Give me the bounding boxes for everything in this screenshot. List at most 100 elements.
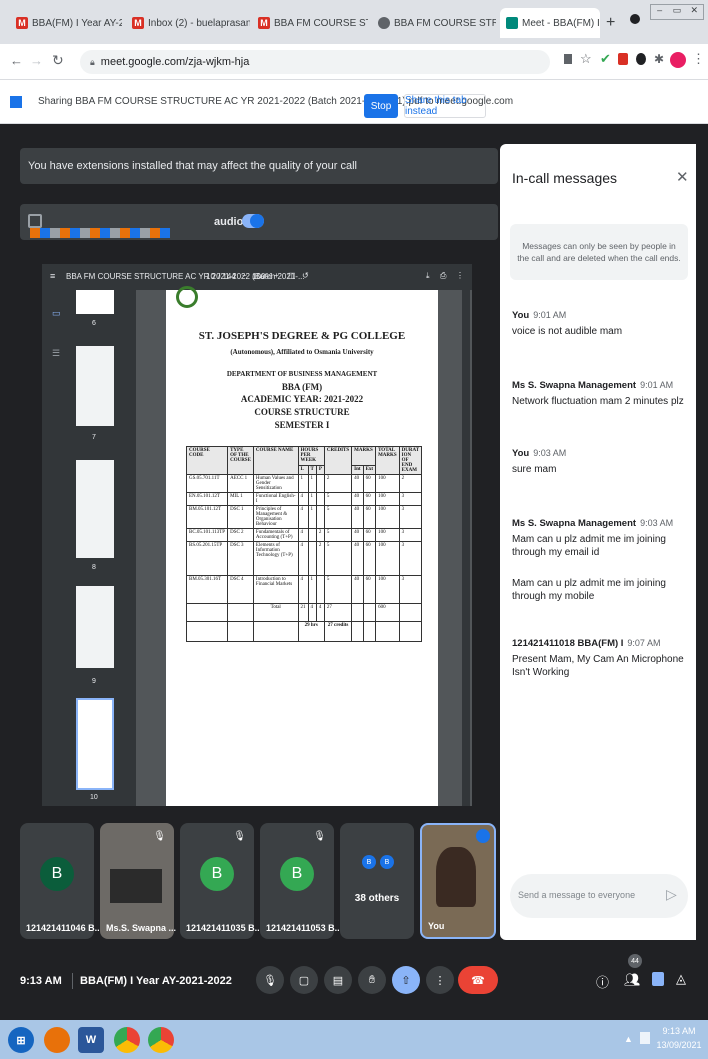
cell: 100 [375, 474, 400, 493]
others-tile[interactable]: B B 38 others [340, 823, 414, 939]
message-time: 9:03 AM [640, 518, 674, 528]
cell: Human Values and Gender Sensitization [252, 474, 299, 493]
camera-indicator-icon[interactable] [564, 54, 572, 64]
others-count: 38 others [354, 893, 400, 904]
tray-network-icon[interactable] [640, 1032, 650, 1044]
chat-message: Ms S. Swapna Management 9:03 AM Mam can u… [512, 518, 688, 603]
close-chat-icon[interactable]: ✕ [676, 168, 689, 186]
maximize-icon[interactable]: ▭ [668, 5, 685, 19]
pdf-page-input[interactable]: 10 [206, 272, 215, 281]
firefox-icon[interactable] [44, 1027, 70, 1053]
checkbox-icon[interactable] [28, 214, 42, 228]
tray-arrow-icon[interactable]: ▲ [624, 1034, 633, 1044]
raise-hand-button[interactable]: ✋︎ [358, 966, 386, 994]
message-sender: You [512, 448, 530, 459]
puzzle-extensions-icon[interactable]: ✱ [654, 52, 664, 66]
audio-label: audio [214, 216, 244, 228]
cell: 40 [351, 575, 364, 604]
camera-button[interactable]: ▢ [290, 966, 318, 994]
cell: 60 [362, 528, 377, 542]
forward-icon[interactable]: → [30, 53, 43, 68]
chrome-icon[interactable] [148, 1027, 174, 1053]
participant-tile-video[interactable]: 🎙︎ Ms.S. Swapna ... [100, 823, 176, 939]
table-row: GS.05.701.11T AECC 1 Human Values and Gend… [185, 474, 423, 493]
thumbnails-icon[interactable]: ▭ [52, 308, 61, 319]
cell [362, 603, 377, 622]
tab-course-structure-pdf[interactable]: BBA FM COURSE STRU ✕ [372, 8, 496, 38]
table-subheader: T [307, 465, 317, 475]
chrome-icon[interactable] [114, 1027, 140, 1053]
cell [315, 492, 325, 506]
kebab-menu-icon[interactable]: ⋮ [692, 51, 705, 67]
hours-summary: 29 hrs [297, 621, 325, 642]
extension-icon[interactable] [636, 53, 646, 65]
zoom-out-icon[interactable]: − [242, 271, 247, 280]
page-thumbnail[interactable] [76, 460, 114, 558]
page-thumbnail[interactable] [76, 586, 114, 668]
reload-icon[interactable]: ↻ [52, 52, 64, 69]
close-window-icon[interactable]: ✕ [686, 5, 703, 19]
start-button-icon[interactable]: ⊞ [8, 1027, 34, 1053]
thumb-number: 6 [92, 320, 96, 327]
chat-icon[interactable] [652, 972, 664, 986]
zoom-level[interactable]: 100% [252, 272, 272, 281]
zoom-in-icon[interactable]: + [274, 271, 279, 280]
leave-call-button[interactable]: ☎︎ [458, 966, 498, 994]
print-icon[interactable]: ⎙ [440, 271, 446, 281]
captions-button[interactable]: ▤ [324, 966, 352, 994]
participant-tile[interactable]: 🎙︎ B 121421411035 B... [180, 823, 262, 939]
send-icon[interactable]: ▷ [666, 886, 677, 903]
people-icon[interactable]: 👥︎ [624, 972, 641, 988]
audio-toggle[interactable] [242, 214, 264, 228]
self-tile[interactable]: You [420, 823, 496, 939]
present-button[interactable]: ⇧ [392, 966, 420, 994]
tab-strip: M BBA(FM) I Year AY-2021-2 ✕ M Inbox (2)… [0, 0, 708, 44]
extension-shield-icon[interactable] [618, 53, 628, 65]
cell: 3 [398, 492, 423, 506]
activities-icon[interactable]: ◬ [676, 971, 686, 987]
bookmark-star-icon[interactable]: ☆ [580, 51, 592, 67]
menu-icon[interactable]: ≡ [50, 271, 55, 281]
cell [185, 621, 229, 642]
tab-meet[interactable]: Meet - BBA(FM) I Year ✕ [500, 8, 600, 38]
page-thumbnail[interactable] [76, 346, 114, 426]
info-icon[interactable]: ⓘ [596, 972, 609, 991]
share-this-tab-button[interactable]: Share this tab instead [404, 94, 486, 118]
chat-input[interactable]: Send a message to everyone ▷ [510, 874, 688, 918]
back-icon[interactable]: ← [10, 53, 23, 68]
participant-tile[interactable]: 🎙︎ B 121421411053 B... [260, 823, 342, 939]
tab-inbox[interactable]: M Inbox (2) - buelaprasannak ✕ [126, 8, 250, 38]
table-subheader: P [315, 465, 325, 475]
participant-tile[interactable]: B 121421411046 B... [20, 823, 102, 939]
more-icon[interactable]: ⋮ [456, 271, 464, 280]
speaking-indicator-icon [476, 829, 490, 843]
table-header: HOURS PER WEEK [297, 445, 325, 467]
page-thumbnail[interactable] [76, 290, 114, 314]
message-text: sure mam [512, 464, 557, 475]
cell: 2 [315, 528, 325, 542]
cell: 60 [362, 575, 377, 604]
new-tab-button[interactable]: + [606, 14, 615, 32]
more-options-button[interactable]: ⋮ [426, 966, 454, 994]
extension-check-icon[interactable]: ✔ [600, 51, 611, 67]
rotate-icon[interactable]: ↺ [302, 271, 309, 280]
tab-bba-gmail[interactable]: M BBA(FM) I Year AY-2021-2 ✕ [10, 8, 122, 38]
stop-sharing-button[interactable]: Stop [364, 94, 398, 118]
cell [227, 621, 254, 642]
tab-course-structure[interactable]: M BBA FM COURSE STRUCTU ✕ [252, 8, 368, 38]
page-thumbnail-current[interactable] [76, 698, 114, 790]
download-icon[interactable]: ⤓ [426, 271, 430, 281]
fit-page-icon[interactable]: ◫ [288, 271, 296, 280]
message-time: 9:07 AM [627, 638, 661, 648]
pdf-scrollbar[interactable] [462, 290, 470, 806]
word-icon[interactable]: W [78, 1027, 104, 1053]
minimize-icon[interactable]: – [651, 5, 668, 19]
chat-notice: Messages can only be seen by people in t… [510, 224, 688, 280]
cell: 600 [375, 603, 400, 622]
omnibox[interactable]: 🔒︎ meet.google.com/zja-wjkm-hja [80, 50, 550, 74]
mic-button[interactable]: 🎙︎ [256, 966, 284, 994]
avatar[interactable] [670, 52, 686, 68]
outline-icon[interactable]: ☰ [52, 348, 60, 359]
cell: 1 [307, 492, 317, 506]
cell: 100 [375, 541, 400, 576]
